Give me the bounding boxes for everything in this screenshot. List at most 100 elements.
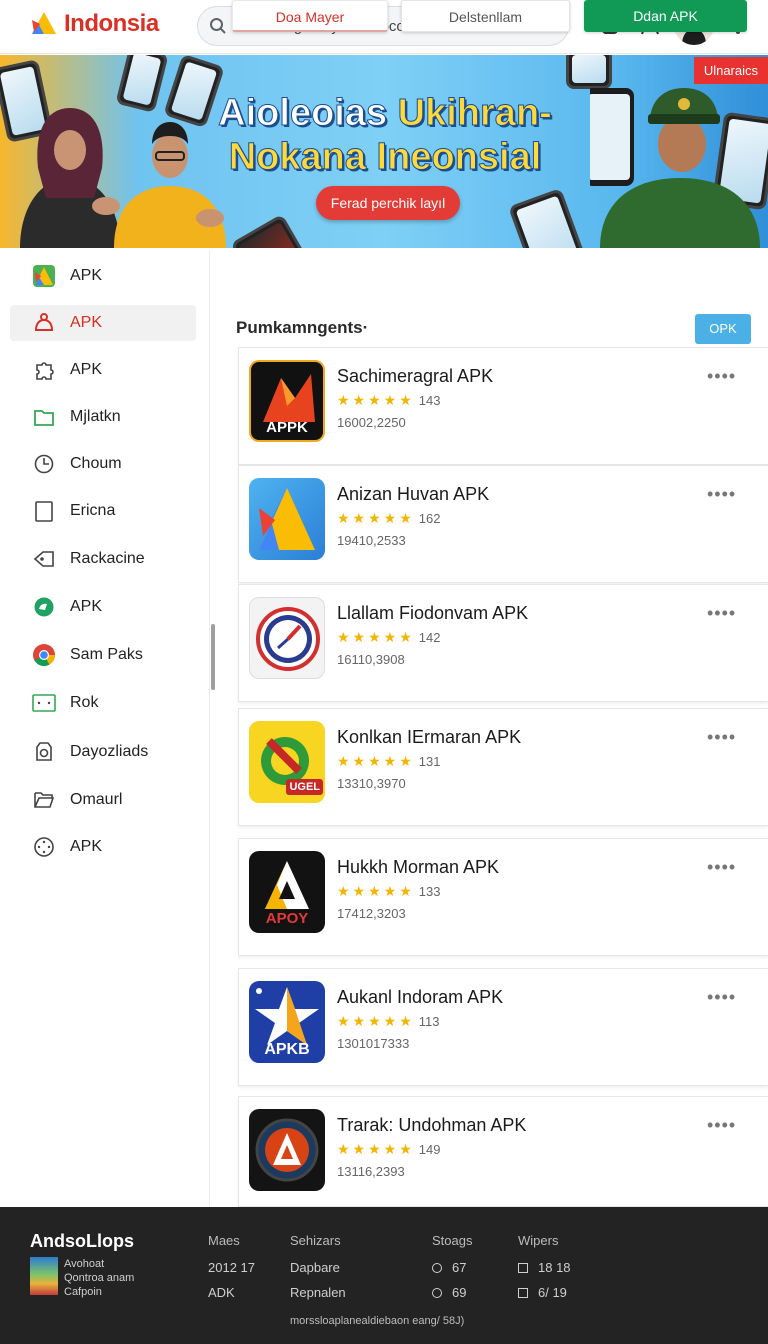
tab-delstenllam[interactable]: Delstenllam bbox=[401, 0, 570, 32]
chat-bubble-icon bbox=[32, 595, 56, 619]
tab-doa-mayer[interactable]: Doa Mayer bbox=[232, 0, 388, 32]
banner-headline: Aioleoias Ukihran- Nokana Ineonsial bbox=[160, 91, 610, 179]
tab-ddan-apk[interactable]: Ddan APK bbox=[584, 0, 747, 32]
sidebar-item-label: Omaurl bbox=[70, 791, 123, 808]
banner-headline-line2: Nokana Ineonsial bbox=[228, 136, 542, 179]
sidebar-item-mjlatkn[interactable]: Mjlatkn bbox=[10, 399, 196, 435]
brand-logo[interactable]: Indonsia bbox=[30, 10, 159, 38]
app-rating-count: 149 bbox=[418, 1142, 441, 1157]
footer-stat-row: 6/ 19 bbox=[518, 1285, 571, 1300]
sidebar-scrollbar[interactable] bbox=[211, 624, 215, 690]
window-icon bbox=[32, 691, 56, 715]
sidebar-item-apk-1[interactable]: APK bbox=[10, 258, 196, 294]
footer-bottom-text: morssloaplanealdiebaon eang/ 58J) bbox=[290, 1315, 465, 1327]
banner-headline-part1: Aioleoias bbox=[218, 92, 398, 135]
sidebar-item-ericna[interactable]: Ericna bbox=[10, 493, 196, 529]
app-rating: ★★★★★ 131 bbox=[337, 753, 440, 770]
app-name: Aukanl Indoram APK bbox=[337, 987, 504, 1007]
more-options-icon[interactable]: •••• bbox=[707, 1115, 736, 1136]
footer-stat-value: 69 bbox=[452, 1285, 467, 1300]
app-icon: APKB bbox=[249, 981, 325, 1063]
footer-link[interactable]: Repnalen bbox=[290, 1285, 346, 1300]
sidebar-item-label: Rackacine bbox=[70, 550, 145, 567]
more-options-icon[interactable]: •••• bbox=[707, 987, 736, 1008]
app-icon-text: APKB bbox=[264, 1041, 310, 1058]
sidebar-item-apk-3[interactable]: APK bbox=[10, 352, 196, 388]
banner-cta-button[interactable]: Ferad perchik layıl bbox=[316, 186, 460, 220]
app-name: Hukkh Morman APK bbox=[337, 857, 500, 877]
more-options-icon[interactable]: •••• bbox=[707, 603, 736, 624]
checkbox-icon[interactable] bbox=[518, 1287, 528, 1298]
footer-column: Sehizars Dapbare Repnalen bbox=[290, 1233, 346, 1310]
checkbox-icon[interactable] bbox=[518, 1262, 528, 1273]
app-rating-count: 162 bbox=[418, 511, 441, 526]
tag-icon bbox=[32, 547, 56, 571]
app-name: Sachimeragral APK bbox=[337, 366, 494, 386]
app-meta: 17412,3203 bbox=[337, 906, 406, 921]
more-options-icon[interactable]: •••• bbox=[707, 484, 736, 505]
sidebar-item-label: APK bbox=[70, 267, 103, 284]
more-options-icon[interactable]: •••• bbox=[707, 366, 736, 387]
sidebar-item-label: Sam Paks bbox=[70, 646, 143, 663]
app-list-item[interactable]: Trarak: Undohman APK ★★★★★ 149 13116,2393… bbox=[238, 1096, 768, 1207]
footer-brand-line: Qontroa anam bbox=[64, 1272, 135, 1284]
app-name: Trarak: Undohman APK bbox=[337, 1115, 527, 1135]
app-rating: ★★★★★ 133 bbox=[337, 883, 440, 900]
app-list-item[interactable]: Anizan Huvan APK ★★★★★ 162 19410,2533 •••… bbox=[238, 465, 768, 583]
sidebar-item-apk-5[interactable]: APK bbox=[10, 829, 196, 865]
sidebar-item-label: Ericna bbox=[70, 502, 116, 519]
sidebar-item-dayozliads[interactable]: Dayozliads bbox=[10, 734, 196, 770]
app-list-item[interactable]: APPK Sachimeragral APK ★★★★★ 143 16002,22… bbox=[238, 347, 768, 465]
footer-column-heading: Stoags bbox=[432, 1233, 473, 1248]
sidebar-item-sam-paks[interactable]: Sam Paks bbox=[10, 637, 196, 673]
app-list-item[interactable]: APOY Hukkh Morman APK ★★★★★ 133 17412,320… bbox=[238, 838, 768, 956]
section-action-button[interactable]: OPK bbox=[695, 314, 751, 344]
footer-link[interactable]: 2012 17 bbox=[208, 1260, 255, 1275]
app-rating-count: 133 bbox=[418, 884, 441, 899]
footer: AndsoLlops Avohoat Qontroa anam Cafpoin … bbox=[0, 1207, 768, 1344]
app-icon: UGEL bbox=[249, 721, 325, 803]
app-meta: 13310,3970 bbox=[337, 776, 406, 791]
footer-brand: AndsoLlops bbox=[30, 1231, 134, 1251]
radio-icon bbox=[432, 1287, 442, 1298]
brand-logo-icon bbox=[30, 10, 58, 38]
footer-column: Wipers 18 18 6/ 19 bbox=[518, 1233, 571, 1310]
star-rating-icons: ★★★★★ bbox=[337, 510, 415, 526]
app-icon-text: UGEL bbox=[286, 779, 323, 795]
app-icon bbox=[249, 1109, 325, 1191]
brand-name: Indonsia bbox=[64, 10, 159, 37]
sidebar-item-apk-4[interactable]: APK bbox=[10, 589, 196, 625]
folder-open-icon bbox=[32, 788, 56, 812]
more-options-icon[interactable]: •••• bbox=[707, 857, 736, 878]
footer-brand-block: Avohoat Qontroa anam Cafpoin bbox=[30, 1257, 134, 1299]
sidebar-item-rok[interactable]: Rok bbox=[10, 685, 196, 721]
app-list-item[interactable]: Llallam Fiodonvam APK ★★★★★ 142 16110,390… bbox=[238, 584, 768, 702]
sidebar-item-choum[interactable]: Choum bbox=[10, 446, 196, 482]
footer-stat-row: 18 18 bbox=[518, 1260, 571, 1275]
clock-icon bbox=[32, 452, 56, 476]
more-options-icon[interactable]: •••• bbox=[707, 727, 736, 748]
folder-icon bbox=[32, 405, 56, 429]
app-list-item[interactable]: APKB Aukanl Indoram APK ★★★★★ 113 1301017… bbox=[238, 968, 768, 1086]
banner-headline-part2: Ukihran- bbox=[397, 92, 552, 135]
radio-icon bbox=[432, 1262, 442, 1273]
app-name: Llallam Fiodonvam APK bbox=[337, 603, 529, 623]
puzzle-icon bbox=[32, 358, 56, 382]
banner-tag[interactable]: Ulnaraics bbox=[693, 57, 768, 84]
app-rating-count: 142 bbox=[418, 630, 441, 645]
soldier-illustration bbox=[590, 88, 760, 248]
footer-link[interactable]: ADK bbox=[208, 1285, 255, 1300]
app-icon-text: APPK bbox=[266, 419, 308, 436]
footer-thumbnail bbox=[30, 1257, 58, 1295]
sidebar-item-omaurl[interactable]: Omaurl bbox=[10, 782, 196, 818]
app-name: Anizan Huvan APK bbox=[337, 484, 490, 504]
sidebar-item-apk-2[interactable]: APK bbox=[10, 305, 196, 341]
app-list-item[interactable]: UGEL Konlkan IErmaran APK ★★★★★ 131 13310… bbox=[238, 708, 768, 826]
gamepad-icon bbox=[32, 835, 56, 859]
app-rating: ★★★★★ 142 bbox=[337, 629, 440, 646]
promo-banner[interactable]: Ulnaraics Aioleoias Ukihran- Nokana Ineo… bbox=[0, 55, 768, 248]
sidebar-item-rackacine[interactable]: Rackacine bbox=[10, 541, 196, 577]
app-meta: 19410,2533 bbox=[337, 533, 406, 548]
footer-stat-row: 69 bbox=[432, 1285, 472, 1300]
footer-link[interactable]: Dapbare bbox=[290, 1260, 346, 1275]
